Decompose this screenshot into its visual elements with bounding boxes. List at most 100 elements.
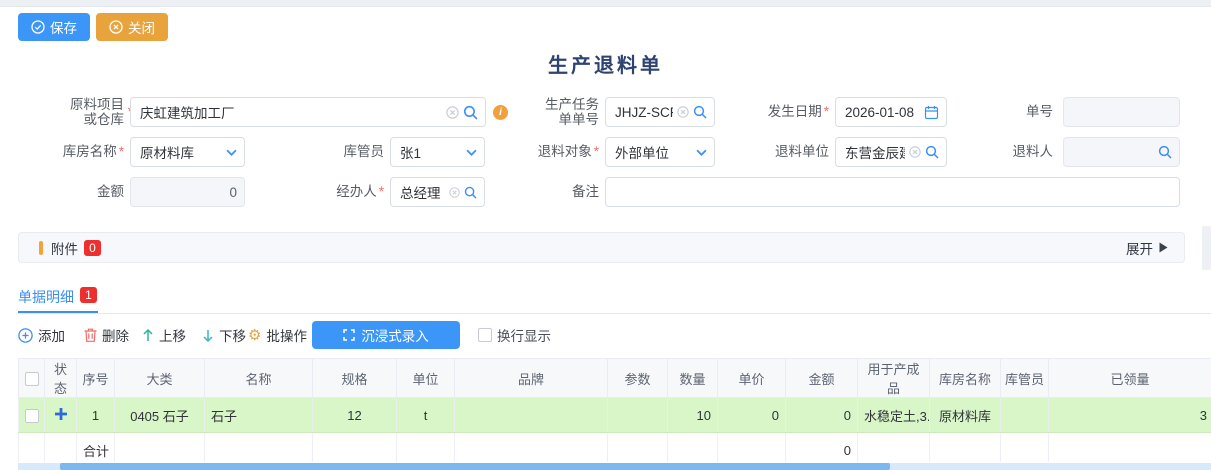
task-no-input[interactable]: JHJZ-SCRV (605, 97, 715, 127)
warehouse-select[interactable]: 原材料库 (130, 137, 245, 167)
horizontal-scrollbar-track[interactable] (18, 463, 1211, 470)
clear-icon[interactable] (909, 146, 921, 158)
row-seq: 1 (77, 398, 115, 433)
row-qty: 10 (668, 398, 718, 433)
top-strip (0, 0, 1211, 7)
save-button-label: 保存 (50, 17, 77, 37)
row-received: 3 (1049, 398, 1211, 433)
select-all-checkbox-cell (19, 359, 45, 398)
search-icon[interactable] (1158, 145, 1172, 159)
horizontal-scrollbar-thumb[interactable] (60, 463, 890, 470)
amount-label: 金额 (97, 177, 124, 207)
required-asterisk: * (379, 184, 384, 199)
section-marker (39, 241, 43, 255)
total-amount: 0 (786, 433, 858, 463)
handler-label: 经办人* (336, 177, 384, 207)
return-unit-input[interactable]: 东营金辰建 (835, 137, 947, 167)
row-checkbox[interactable] (25, 409, 39, 423)
doc-no-input[interactable] (1063, 97, 1180, 127)
chevron-down-icon (226, 149, 237, 156)
col-param: 参数 (608, 359, 668, 398)
keeper-select[interactable]: 张1 (390, 137, 485, 167)
row-checkbox-cell (19, 398, 45, 433)
arrow-up-icon (142, 329, 154, 342)
row-brand (455, 398, 608, 433)
raw-project-label: 原料项目 或仓库 * (70, 97, 124, 127)
calendar-icon[interactable] (924, 105, 939, 120)
tab-detail-label: 单据明细 (18, 287, 74, 307)
row-amount: 0 (786, 398, 858, 433)
clear-icon[interactable] (446, 106, 459, 119)
page-scrollbar[interactable] (1202, 226, 1211, 270)
checkbox-icon[interactable] (478, 328, 492, 342)
row-keeper (1001, 398, 1049, 433)
add-row-button[interactable]: 添加 (18, 321, 65, 349)
move-down-button[interactable]: 下移 (202, 321, 246, 349)
circle-plus-icon (18, 328, 33, 343)
move-up-button[interactable]: 上移 (142, 321, 186, 349)
expand-button[interactable]: 展开 (1126, 238, 1168, 258)
table-row[interactable]: 1 0405 石子 石子 12 t 10 0 0 水稳定土,3.0M 原材料库 … (19, 398, 1211, 433)
row-status-cell (45, 398, 77, 433)
delete-row-button[interactable]: 删除 (84, 321, 129, 349)
task-no-label: 生产任务 单单号 (545, 97, 599, 127)
col-spec: 规格 (313, 359, 397, 398)
amount-value: 0 (140, 185, 237, 200)
batch-operations-button[interactable]: ⚙ 批操作 (248, 321, 322, 349)
row-name: 石子 (205, 398, 313, 433)
return-target-select[interactable]: 外部单位 (605, 137, 715, 167)
total-row: 合计 0 (19, 433, 1211, 463)
close-button[interactable]: 关闭 (96, 13, 168, 41)
row-param (608, 398, 668, 433)
gear-icon: ⚙ (248, 328, 261, 343)
select-all-checkbox[interactable] (25, 372, 39, 386)
row-price: 0 (718, 398, 786, 433)
clear-icon[interactable] (449, 187, 460, 198)
col-product: 用于产成品 (858, 359, 930, 398)
task-no-value: JHJZ-SCRV (615, 105, 673, 120)
handler-input[interactable]: 总经理 (390, 177, 485, 207)
save-button[interactable]: 保存 (18, 13, 90, 41)
return-target-value: 外部单位 (615, 142, 692, 162)
col-category: 大类 (115, 359, 205, 398)
required-asterisk: * (119, 144, 124, 159)
immersive-entry-button[interactable]: 沉浸式录入 (312, 321, 460, 349)
row-category: 0405 石子 (115, 398, 205, 433)
remark-input[interactable] (605, 177, 1180, 207)
check-circle-icon (31, 20, 45, 34)
table-header-row: 状态 序号 大类 名称 规格 单位 品牌 参数 数量 单价 金额 用于产成品 库… (19, 359, 1211, 398)
col-name: 名称 (205, 359, 313, 398)
page-title: 生产退料单 (0, 49, 1211, 78)
clear-icon[interactable] (677, 106, 689, 118)
detail-table: 状态 序号 大类 名称 规格 单位 品牌 参数 数量 单价 金额 用于产成品 库… (18, 358, 1211, 462)
remark-label: 备注 (572, 177, 599, 207)
col-brand: 品牌 (455, 359, 608, 398)
col-warehouse: 库房名称 (930, 359, 1001, 398)
wrap-display-checkbox[interactable]: 换行显示 (478, 321, 551, 349)
returner-label: 退料人 (1013, 137, 1054, 167)
required-asterisk: * (824, 104, 829, 119)
search-icon[interactable] (925, 145, 939, 159)
required-asterisk: * (594, 144, 599, 159)
tab-detail[interactable]: 单据明细 1 (18, 287, 97, 307)
handler-value: 总经理 (400, 182, 445, 202)
triangle-right-icon (1159, 242, 1168, 253)
row-spec: 12 (313, 398, 397, 433)
search-icon[interactable] (464, 186, 477, 199)
amount-input: 0 (130, 177, 245, 207)
plus-icon[interactable] (55, 408, 67, 423)
attachments-bar[interactable]: 附件 0 展开 (18, 232, 1185, 263)
row-unit: t (397, 398, 455, 433)
occur-date-input[interactable]: 2026-01-08 (835, 97, 947, 127)
col-price: 单价 (718, 359, 786, 398)
search-icon[interactable] (693, 105, 707, 119)
info-icon[interactable]: i (493, 105, 508, 120)
search-icon[interactable] (463, 105, 478, 120)
col-amount: 金额 (786, 359, 858, 398)
expand-label: 展开 (1126, 238, 1153, 258)
row-product: 水稳定土,3.0M (858, 398, 930, 433)
raw-project-input[interactable]: 庆虹建筑加工厂 (130, 97, 486, 127)
warehouse-label: 库房名称* (63, 137, 124, 167)
returner-input[interactable] (1063, 137, 1180, 167)
col-received: 已领量 (1049, 359, 1211, 398)
